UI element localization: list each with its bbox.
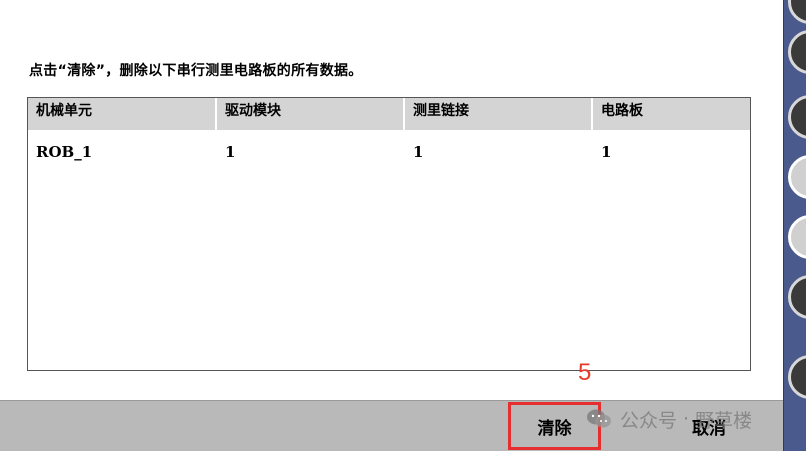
round-button-icon[interactable] xyxy=(788,155,806,199)
clear-button[interactable]: 清除 xyxy=(508,402,601,450)
round-button-icon[interactable] xyxy=(788,275,806,319)
serial-board-table: 机械单元 驱动模块 测里链接 电路板 ROB_1 1 1 1 xyxy=(27,97,751,371)
table-row[interactable]: ROB_1 1 1 1 xyxy=(28,140,750,166)
round-button-icon[interactable] xyxy=(788,0,806,24)
cancel-button[interactable]: 取消 xyxy=(684,401,734,452)
cell-drive-module: 1 xyxy=(225,143,236,161)
column-header-board[interactable]: 电路板 xyxy=(593,98,750,130)
step-annotation: 5 xyxy=(578,359,592,386)
cell-mechanical-unit: ROB_1 xyxy=(36,143,93,161)
right-side-toolbar xyxy=(783,0,806,451)
footer-bar: 清除 取消 xyxy=(0,400,783,451)
column-header-mechanical-unit[interactable]: 机械单元 xyxy=(28,98,217,130)
round-button-icon[interactable] xyxy=(788,215,806,259)
main-panel: 点击“清除”，删除以下串行测里电路板的所有数据。 机械单元 驱动模块 测里链接 … xyxy=(0,0,783,400)
column-header-measurement-link[interactable]: 测里链接 xyxy=(405,98,593,130)
column-header-drive-module[interactable]: 驱动模块 xyxy=(217,98,405,130)
round-button-icon[interactable] xyxy=(788,95,806,139)
cell-measurement-link: 1 xyxy=(413,143,424,161)
cell-board: 1 xyxy=(601,143,612,161)
table-header: 机械单元 驱动模块 测里链接 电路板 xyxy=(28,98,750,130)
instruction-text: 点击“清除”，删除以下串行测里电路板的所有数据。 xyxy=(29,63,363,79)
round-button-icon[interactable] xyxy=(788,30,806,74)
round-button-icon[interactable] xyxy=(788,355,806,399)
